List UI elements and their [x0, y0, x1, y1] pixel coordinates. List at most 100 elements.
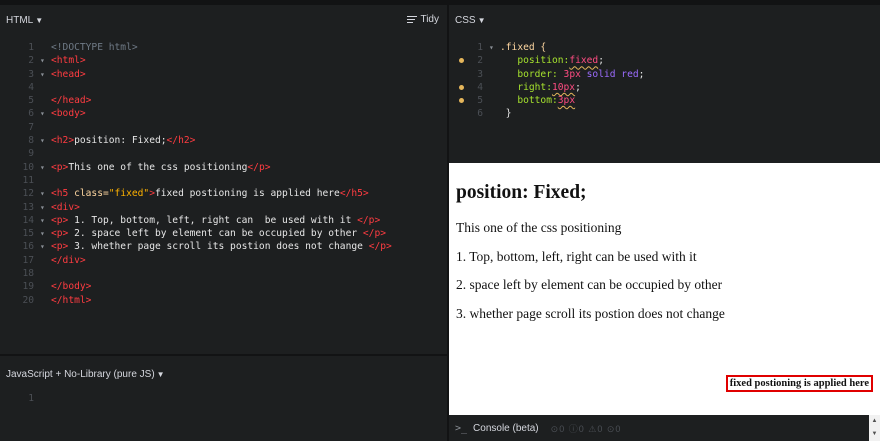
code-text: } [500, 108, 512, 120]
code-line[interactable]: 14 ▾ <p> 1. Top, bottom, left, right can b… [0, 214, 447, 227]
js-panel: JavaScript + No-Library (pure JS) ▼ 1 [0, 356, 447, 441]
line-number: 4 [28, 81, 34, 93]
line-number: 2 [28, 55, 34, 67]
code-line[interactable]: 6 ▾ <body> [0, 107, 447, 120]
code-line[interactable]: 18 [0, 267, 447, 280]
code-text: </div> [51, 254, 86, 266]
code-line[interactable]: 1 <!DOCTYPE html> [0, 41, 447, 54]
code-line[interactable]: 9 [0, 147, 447, 160]
info-count-icon: ⓘ [568, 423, 579, 434]
css-panel: CSS ▼ 1 ▾ .fixed {2 position:fixed; 3 borde… [449, 5, 880, 163]
error-count: 0 [615, 423, 622, 434]
code-text: <h2>position: Fixed;</h2> [51, 135, 196, 147]
js-editor[interactable]: 1 [0, 392, 447, 405]
line-number: 10 [22, 161, 34, 173]
code-line[interactable]: 12 ▾ <h5 class="fixed">fixed postioning is… [0, 187, 447, 200]
line-number: 13 [22, 201, 34, 213]
line-number: 14 [22, 214, 34, 226]
line-number: 19 [22, 281, 34, 293]
log-count: 0 [559, 423, 566, 434]
fold-toggle-icon[interactable]: ▾ [40, 134, 45, 147]
code-text: <div> [51, 201, 80, 213]
js-panel-title: JavaScript + No-Library (pure JS) [6, 368, 155, 380]
line-number: 8 [28, 135, 34, 147]
console-bar[interactable]: >_ Console (beta) ⊙0 ⓘ0 ⚠0 ⊙0 ▲ ▼ [449, 415, 880, 441]
scroll-down-icon[interactable]: ▼ [869, 428, 880, 441]
fixed-element: fixed postioning is applied here [725, 375, 873, 392]
html-editor[interactable]: 1 <!DOCTYPE html> 2 ▾ <html> 3 ▾ <head> 4 5 </head… [0, 41, 447, 307]
code-text: border: 3px solid red; [500, 68, 645, 80]
css-panel-title: CSS [455, 14, 476, 26]
result-item: 1. Top, bottom, left, right can be used … [456, 249, 697, 264]
code-line[interactable]: 8 ▾ <h2>position: Fixed;</h2> [0, 134, 447, 147]
code-text: <p> 1. Top, bottom, left, right can be u… [51, 214, 381, 226]
chevron-down-icon[interactable]: ▼ [157, 370, 165, 379]
code-line[interactable]: 15 ▾ <p> 2. space left by element can be o… [0, 227, 447, 240]
result-intro: This one of the css positioning [456, 220, 622, 235]
console-counts: ⊙0 ⓘ0 ⚠0 ⊙0 [551, 422, 622, 435]
fold-toggle-icon[interactable]: ▾ [40, 107, 45, 120]
code-line[interactable]: 20 </html> [0, 294, 447, 307]
code-text: right:10px; [500, 81, 581, 93]
code-line[interactable]: 6 } [449, 107, 880, 120]
js-panel-header[interactable]: JavaScript + No-Library (pure JS) ▼ [0, 359, 447, 389]
code-text: .fixed { [500, 42, 547, 53]
line-number: 5 [477, 95, 483, 107]
fold-toggle-icon[interactable]: ▾ [40, 161, 45, 174]
fold-toggle-icon[interactable]: ▾ [40, 227, 45, 240]
console-label[interactable]: Console (beta) [473, 423, 539, 434]
code-line[interactable]: 3 border: 3px solid red; [449, 68, 880, 81]
code-text: bottom:3px [500, 95, 576, 107]
console-prompt-icon: >_ [455, 422, 468, 434]
code-text: <h5 class="fixed">fixed postioning is ap… [51, 188, 369, 200]
tidy-label: Tidy [420, 14, 439, 25]
chevron-down-icon[interactable]: ▼ [478, 16, 486, 25]
line-number: 9 [28, 148, 34, 160]
line-number: 20 [22, 294, 34, 306]
code-line[interactable]: 17 </div> [0, 254, 447, 267]
code-line[interactable]: 1 ▾ .fixed { [449, 41, 880, 54]
code-text: <head> [51, 68, 86, 80]
code-line[interactable]: 4 [0, 81, 447, 94]
line-number: 3 [477, 68, 483, 80]
warning-count: 0 [597, 423, 604, 434]
code-line[interactable]: 11 [0, 174, 447, 187]
html-panel-header[interactable]: HTML ▼ [0, 5, 447, 35]
tidy-button[interactable]: Tidy [407, 14, 439, 25]
scroll-up-icon[interactable]: ▲ [869, 415, 880, 428]
fold-toggle-icon[interactable]: ▾ [40, 187, 45, 200]
code-line[interactable]: 2 ▾ <html> [0, 54, 447, 67]
line-number: 1 [477, 42, 483, 53]
fold-toggle-icon[interactable]: ▾ [40, 240, 45, 253]
scrollbar[interactable]: ▲ ▼ [869, 415, 880, 441]
code-line[interactable]: 10 ▾ <p>This one of the css positioning</p… [0, 161, 447, 174]
code-text: position:fixed; [500, 55, 604, 67]
code-line[interactable]: 4 right:10px; [449, 81, 880, 94]
css-panel-header[interactable]: CSS ▼ [449, 5, 880, 35]
code-line[interactable]: 1 [0, 392, 447, 405]
fold-toggle-icon[interactable]: ▾ [40, 214, 45, 227]
code-line[interactable]: 7 [0, 121, 447, 134]
fold-toggle-icon[interactable]: ▾ [40, 68, 45, 81]
fold-toggle-icon[interactable]: ▾ [489, 41, 494, 54]
line-number: 18 [22, 268, 34, 280]
code-line[interactable]: 3 ▾ <head> [0, 68, 447, 81]
line-number: 15 [22, 228, 34, 240]
chevron-down-icon[interactable]: ▼ [35, 16, 43, 25]
code-text: </html> [51, 294, 92, 306]
line-number: 6 [477, 108, 483, 120]
code-line[interactable]: 16 ▾ <p> 3. whether page scroll its postio… [0, 240, 447, 253]
code-line[interactable]: 19 </body> [0, 280, 447, 293]
line-number: 3 [28, 68, 34, 80]
code-line[interactable]: 5 bottom:3px [449, 94, 880, 107]
html-panel: HTML ▼ Tidy 1 <!DOCTYPE html> 2 ▾ <html> 3 ▾ <h… [0, 5, 447, 354]
code-line[interactable]: 13 ▾ <div> [0, 201, 447, 214]
fold-toggle-icon[interactable]: ▾ [40, 54, 45, 67]
code-line[interactable]: 5 </head> [0, 94, 447, 107]
code-line[interactable]: 2 position:fixed; [449, 54, 880, 67]
css-editor[interactable]: 1 ▾ .fixed {2 position:fixed; 3 border: 3px… [449, 41, 880, 121]
line-number: 16 [22, 241, 34, 253]
line-number: 5 [28, 95, 34, 107]
panel-divider-horizontal[interactable] [0, 354, 447, 356]
fold-toggle-icon[interactable]: ▾ [40, 201, 45, 214]
